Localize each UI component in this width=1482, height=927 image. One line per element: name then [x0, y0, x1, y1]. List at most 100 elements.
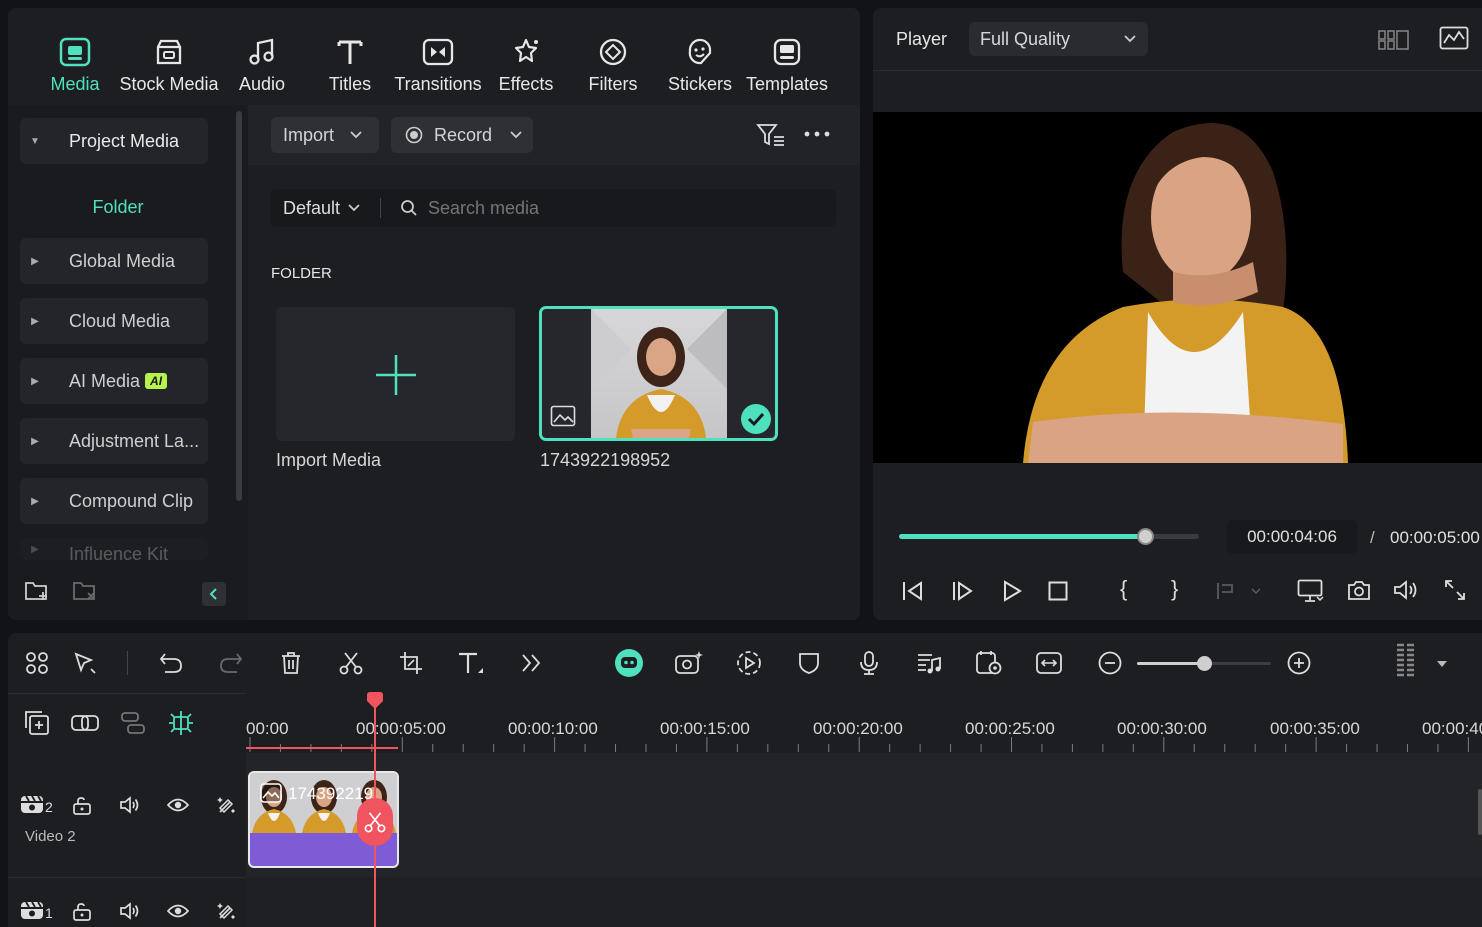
layout-icon[interactable] [22, 648, 52, 678]
zoom-out-icon[interactable] [1095, 648, 1125, 678]
delete-folder-icon[interactable] [72, 580, 98, 602]
tab-stickers[interactable]: Stickers [664, 8, 736, 105]
video-preview[interactable] [873, 112, 1482, 463]
display-settings-icon[interactable] [1297, 579, 1325, 603]
marker-icon[interactable] [1216, 581, 1260, 601]
crop-icon[interactable] [396, 648, 426, 678]
grid-view-icon[interactable] [1378, 30, 1410, 50]
caret-right-icon: ▶ [31, 315, 39, 327]
playhead-handle[interactable] [366, 692, 384, 712]
tab-titles[interactable]: Titles [318, 8, 382, 105]
sidebar-item-cloud-media[interactable]: ▶ Cloud Media [20, 298, 208, 344]
lock-track-icon[interactable] [72, 796, 92, 816]
audio-mixer-icon[interactable] [914, 648, 944, 678]
import-dropdown[interactable]: Import [271, 117, 379, 153]
collapse-sidebar-button[interactable] [202, 582, 226, 606]
render-preview-icon[interactable] [974, 648, 1004, 678]
group-clips-icon[interactable] [118, 708, 148, 738]
mute-track-icon[interactable] [119, 795, 141, 815]
visibility-icon[interactable] [167, 903, 189, 919]
audio-icon [246, 36, 278, 68]
tab-templates[interactable]: Templates [744, 8, 830, 105]
new-folder-icon[interactable] [24, 580, 50, 602]
quality-dropdown[interactable]: Full Quality [969, 22, 1148, 56]
tab-filters[interactable]: Filters [580, 8, 646, 105]
playback-scrubber[interactable] [1137, 528, 1154, 545]
link-clips-icon[interactable] [70, 708, 100, 738]
ai-copilot-icon[interactable] [614, 648, 644, 678]
playback-progress-track[interactable] [899, 534, 1199, 539]
sidebar-item-influence-kit[interactable]: ▶ Influence Kit [20, 538, 208, 560]
preview-frame [873, 112, 1482, 463]
video-track-icon [21, 901, 43, 919]
tab-label: Audio [238, 74, 286, 94]
fullscreen-icon[interactable] [1444, 579, 1466, 601]
mark-out-icon[interactable]: } [1171, 576, 1178, 602]
scissors-icon [364, 812, 386, 833]
import-media-card[interactable] [276, 307, 515, 441]
visibility-icon[interactable] [167, 797, 189, 813]
auto-enhance-icon[interactable] [215, 901, 237, 923]
text-tool-icon[interactable] [456, 648, 486, 678]
tab-transitions[interactable]: Transitions [392, 8, 484, 105]
media-panel: Media Stock Media Audio Titles Transitio… [8, 8, 860, 620]
sidebar-item-label: AI Media [69, 370, 141, 391]
sidebar-item-global-media[interactable]: ▶ Global Media [20, 238, 208, 284]
more-icon[interactable] [804, 131, 830, 137]
track-height-icon[interactable] [1392, 643, 1422, 677]
speed-icon[interactable] [734, 648, 764, 678]
timeline-scrollbar[interactable] [1478, 789, 1482, 835]
ai-video-enhance-icon[interactable] [674, 648, 704, 678]
tab-effects[interactable]: Effects [492, 8, 560, 105]
mute-track-icon[interactable] [119, 901, 141, 921]
sidebar-scrollbar[interactable] [236, 111, 242, 501]
undo-icon[interactable] [156, 648, 186, 678]
more-tools-icon[interactable] [516, 648, 546, 678]
playhead-split-button[interactable] [357, 798, 393, 846]
mask-icon[interactable] [794, 648, 824, 678]
current-time[interactable]: 00:00:04:06 [1227, 520, 1357, 554]
tab-audio[interactable]: Audio [230, 8, 294, 105]
microphone-icon[interactable] [854, 648, 884, 678]
record-dropdown[interactable]: Record [391, 117, 533, 153]
zoom-slider-knob[interactable] [1197, 656, 1212, 671]
scopes-icon[interactable] [1439, 26, 1469, 50]
sidebar-item-ai-media[interactable]: ▶ AI Media AI [20, 358, 208, 404]
sidebar-item-project-media[interactable]: ▼ Project Media [20, 118, 208, 164]
split-icon[interactable] [336, 648, 366, 678]
mark-in-icon[interactable]: { [1120, 576, 1127, 602]
sidebar-folder[interactable]: Folder [20, 197, 216, 218]
filter-icon[interactable] [756, 122, 786, 148]
sidebar-item-label: Cloud Media [69, 310, 171, 331]
tab-label: Stock Media [119, 74, 219, 94]
sort-dropdown[interactable]: Default [270, 189, 380, 227]
stop-icon[interactable] [1048, 581, 1068, 601]
sidebar-item-compound-clip[interactable]: ▶ Compound Clip [20, 478, 208, 524]
chevron-left-icon [209, 588, 217, 600]
redo-icon[interactable] [216, 648, 246, 678]
fit-timeline-icon[interactable] [1034, 648, 1064, 678]
caret-down-icon[interactable] [1437, 661, 1447, 667]
lock-track-icon[interactable] [72, 902, 92, 922]
play-icon[interactable] [1001, 580, 1023, 602]
select-tool-icon[interactable] [70, 648, 100, 678]
ruler-label: 00:00:15:00 [660, 719, 750, 738]
sidebar-item-adjustment-layer[interactable]: ▶ Adjustment La... [20, 418, 208, 464]
magnetic-snap-icon[interactable] [166, 708, 196, 738]
divider [127, 651, 128, 675]
add-track-icon[interactable] [22, 708, 52, 738]
tab-stock-media[interactable]: Stock Media [118, 8, 220, 105]
snapshot-icon[interactable] [1347, 579, 1371, 601]
media-thumbnail[interactable] [539, 306, 778, 441]
track-area[interactable]: 174392219 [246, 753, 1482, 927]
next-frame-icon[interactable] [951, 580, 975, 602]
search-input[interactable] [428, 193, 828, 223]
prev-frame-icon[interactable] [901, 580, 925, 602]
delete-icon[interactable] [276, 648, 306, 678]
tab-media[interactable]: Media [38, 8, 112, 105]
auto-enhance-icon[interactable] [215, 795, 237, 817]
zoom-in-icon[interactable] [1284, 648, 1314, 678]
track-1-lane[interactable] [246, 877, 1482, 927]
volume-icon[interactable] [1393, 579, 1421, 601]
effects-icon [510, 36, 542, 68]
